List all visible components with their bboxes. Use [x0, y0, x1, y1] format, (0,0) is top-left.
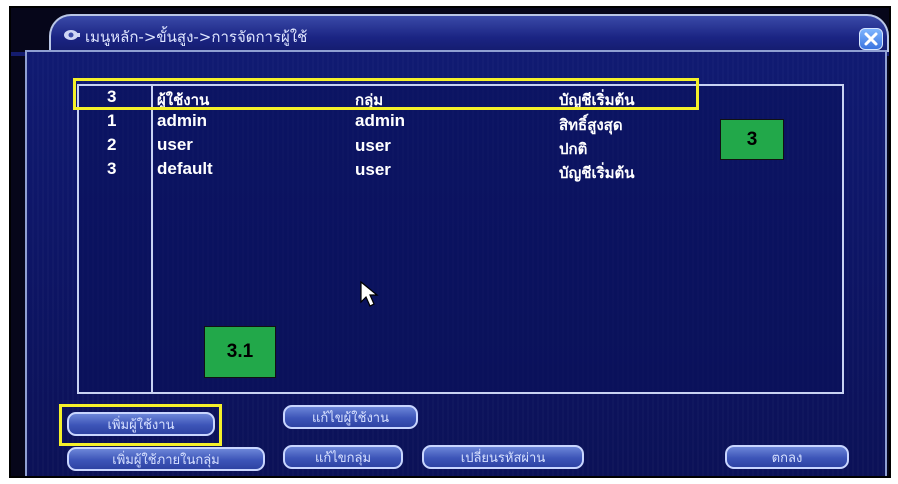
column-divider	[151, 86, 153, 392]
row-status[interactable]: บัญชีเริ่มต้น	[559, 161, 635, 185]
dvr-screen: เมนูหลัก->ขั้นสูง->การจัดการผู้ใช้ 3 ผู้…	[9, 6, 891, 478]
ok-button[interactable]: ตกลง	[725, 445, 849, 469]
row-status[interactable]: สิทธิ์สูงสุด	[559, 113, 623, 137]
breadcrumb: เมนูหลัก->ขั้นสูง->การจัดการผู้ใช้	[85, 28, 308, 46]
row-index[interactable]: 1	[107, 111, 116, 131]
edit-group-button[interactable]: แก้ไขกลุ่ม	[283, 445, 403, 469]
header-highlight-box	[73, 78, 699, 110]
row-username[interactable]: admin	[157, 111, 207, 131]
row-username[interactable]: default	[157, 159, 213, 179]
close-icon	[864, 32, 878, 46]
callout-3-1: 3.1	[204, 326, 276, 378]
row-group[interactable]: user	[355, 136, 391, 156]
row-group[interactable]: admin	[355, 111, 405, 131]
mouse-pointer-icon	[360, 280, 379, 307]
change-password-button[interactable]: เปลี่ยนรหัสผ่าน	[422, 445, 584, 469]
close-button[interactable]	[859, 28, 883, 50]
add-group-button[interactable]: เพิ่มผู้ใช้ภายในกลุ่ม	[67, 447, 265, 471]
row-status[interactable]: ปกติ	[559, 137, 587, 161]
add-user-button[interactable]: เพิ่มผู้ใช้งาน	[67, 412, 215, 436]
camera-icon	[64, 30, 80, 40]
row-username[interactable]: user	[157, 135, 193, 155]
edit-user-button[interactable]: แก้ไขผู้ใช้งาน	[283, 405, 418, 429]
row-group[interactable]: user	[355, 160, 391, 180]
row-index[interactable]: 2	[107, 135, 116, 155]
row-index[interactable]: 3	[107, 159, 116, 179]
callout-3: 3	[720, 119, 784, 160]
